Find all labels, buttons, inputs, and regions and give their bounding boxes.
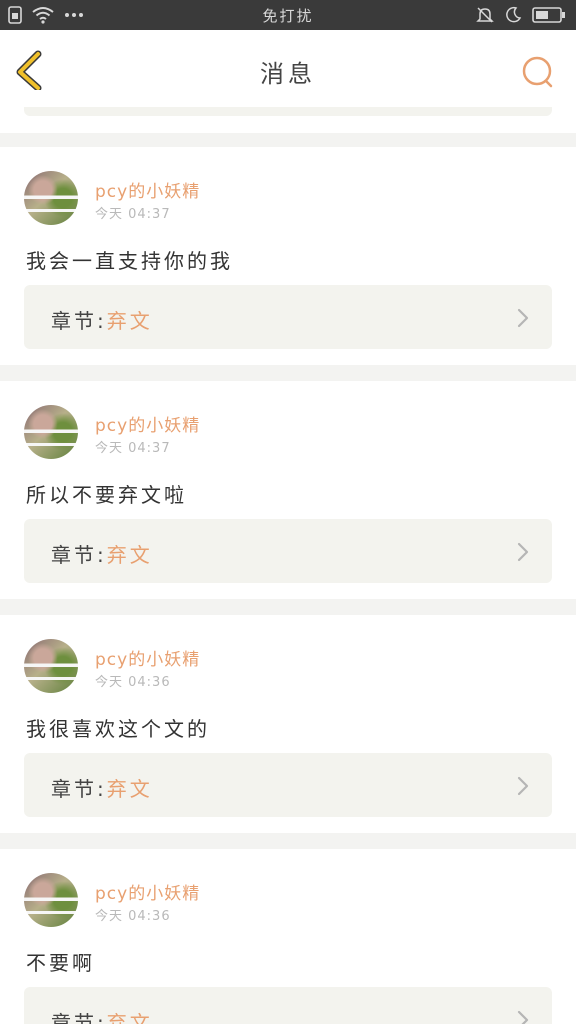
page-title: 消息 <box>260 60 316 88</box>
message-card: pcy的小妖精 今天 04:36 不要啊 章节:弃文 <box>0 849 576 1024</box>
message-time: 今天 04:37 <box>95 441 171 456</box>
chevron-right-icon <box>516 307 530 329</box>
chevron-right-icon <box>516 541 530 563</box>
message-text: 我会一直支持你的我 <box>26 249 233 273</box>
username[interactable]: pcy的小妖精 <box>95 879 200 904</box>
previous-chapter-box <box>24 107 552 116</box>
message-card: pcy的小妖精 今天 04:36 我很喜欢这个文的 章节:弃文 <box>0 615 576 833</box>
message-time: 今天 04:36 <box>95 675 171 690</box>
message-card: pcy的小妖精 今天 04:37 我会一直支持你的我 章节:弃文 <box>0 147 576 365</box>
chapter-label: 章节: <box>51 777 107 801</box>
chapter-link[interactable]: 章节:弃文 <box>24 987 552 1024</box>
chevron-right-icon <box>516 775 530 797</box>
avatar[interactable] <box>24 171 78 225</box>
avatar[interactable] <box>24 405 78 459</box>
message-text: 所以不要弃文啦 <box>26 483 187 507</box>
app-header: 消息 <box>0 30 576 108</box>
chapter-value: 弃文 <box>106 309 153 333</box>
message-list[interactable]: pcy的小妖精 今天 04:37 我会一直支持你的我 章节:弃文 pcy的小妖精… <box>0 107 576 1024</box>
previous-card-tail <box>0 107 576 133</box>
message-time: 今天 04:37 <box>95 207 171 222</box>
battery-icon <box>532 6 566 24</box>
chevron-right-icon <box>516 1009 530 1024</box>
status-bar: 免打扰 <box>0 0 576 30</box>
chapter-link[interactable]: 章节:弃文 <box>24 285 552 349</box>
username[interactable]: pcy的小妖精 <box>95 645 200 670</box>
bell-muted-icon <box>476 6 494 24</box>
avatar[interactable] <box>24 639 78 693</box>
chapter-value: 弃文 <box>106 777 153 801</box>
moon-icon <box>504 6 522 24</box>
chapter-label: 章节: <box>51 309 107 333</box>
message-time: 今天 04:36 <box>95 909 171 924</box>
chapter-value: 弃文 <box>106 543 153 567</box>
chapter-link[interactable]: 章节:弃文 <box>24 753 552 817</box>
username[interactable]: pcy的小妖精 <box>95 177 200 202</box>
chapter-value: 弃文 <box>106 1011 153 1024</box>
avatar[interactable] <box>24 873 78 927</box>
message-card: pcy的小妖精 今天 04:37 所以不要弃文啦 章节:弃文 <box>0 381 576 599</box>
message-text: 不要啊 <box>26 951 95 975</box>
chapter-label: 章节: <box>51 543 107 567</box>
chapter-label: 章节: <box>51 1011 107 1024</box>
username[interactable]: pcy的小妖精 <box>95 411 200 436</box>
search-icon <box>520 56 556 94</box>
search-button[interactable] <box>520 54 556 90</box>
message-text: 我很喜欢这个文的 <box>26 717 210 741</box>
chapter-link[interactable]: 章节:弃文 <box>24 519 552 583</box>
